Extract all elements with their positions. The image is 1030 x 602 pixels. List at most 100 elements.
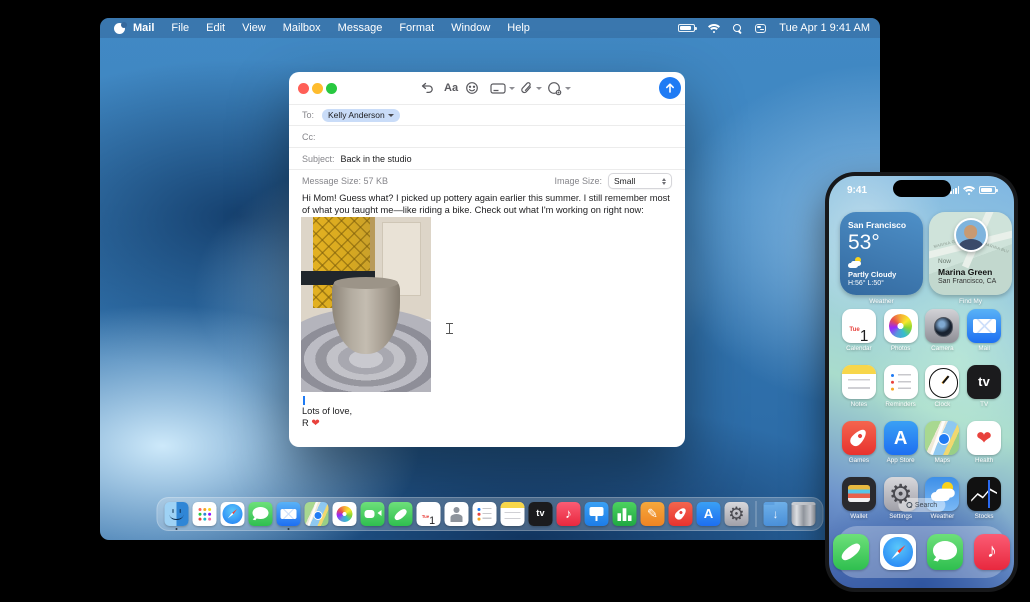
findmy-widget[interactable]: MARINA GREEN DR MARINA BLV Now Marina Gr… <box>929 212 1012 295</box>
dock-item-numbers[interactable] <box>612 502 637 526</box>
home-app-mail[interactable]: Mail <box>963 309 1005 352</box>
music-app-icon[interactable]: ♪ <box>556 502 581 526</box>
iphone-dock-music-icon[interactable]: ♪ <box>974 534 1010 570</box>
weather-widget[interactable]: San Francisco 53° Partly Cloudy H:56° L:… <box>840 212 923 295</box>
iphone-dock-safari-icon[interactable] <box>880 534 916 570</box>
camera-app-icon[interactable] <box>925 309 960 343</box>
minimize-button[interactable] <box>312 83 323 94</box>
iphone-dock-phone-icon[interactable] <box>833 534 869 570</box>
games-app-icon[interactable] <box>668 502 693 526</box>
safari-app-icon[interactable] <box>220 502 245 526</box>
emoji-icon[interactable] <box>465 79 479 97</box>
dock-item-music[interactable]: ♪ <box>556 502 581 526</box>
contacts-app-icon[interactable] <box>444 502 469 526</box>
mail-app-icon[interactable] <box>276 502 301 526</box>
menu-item-format[interactable]: Format <box>399 22 434 34</box>
dock-item-mail[interactable] <box>276 502 301 530</box>
phone-app-icon[interactable] <box>388 502 413 526</box>
menu-item-mail[interactable]: Mail <box>133 22 154 34</box>
home-app-calendar[interactable]: Tue 1 Calendar <box>838 309 880 352</box>
dock-item-keynote[interactable] <box>584 502 609 526</box>
dock-item-settings[interactable]: ⚙ <box>724 502 749 526</box>
home-app-wallet[interactable]: Wallet <box>838 477 880 520</box>
photos-app-icon[interactable] <box>332 502 357 526</box>
menu-item-view[interactable]: View <box>242 22 266 34</box>
appstore-app-icon[interactable]: A <box>883 421 918 455</box>
home-app-maps[interactable]: Maps <box>922 421 964 464</box>
home-app-reminders[interactable]: Reminders <box>880 365 922 408</box>
dock-item-photos[interactable] <box>332 502 357 526</box>
apple-menu-icon[interactable] <box>114 21 127 34</box>
media-browser-button[interactable] <box>547 79 571 97</box>
calendar-app-icon[interactable]: Tue 1 <box>416 502 441 526</box>
facetime-app-icon[interactable] <box>360 502 385 526</box>
home-app-photos[interactable]: Photos <box>880 309 922 352</box>
launchpad-app-icon[interactable] <box>192 502 217 526</box>
keynote-app-icon[interactable] <box>584 502 609 526</box>
notes-app-icon[interactable] <box>841 365 876 399</box>
recipient-pill[interactable]: Kelly Anderson <box>322 108 400 122</box>
dock-item-games[interactable] <box>668 502 693 526</box>
maps-app-icon[interactable] <box>304 502 329 526</box>
clock-app-icon[interactable] <box>925 365 960 399</box>
photos-app-icon[interactable] <box>883 309 918 343</box>
dock-item-downloads[interactable]: ↓ <box>763 502 788 526</box>
notes-app-icon[interactable] <box>500 502 525 526</box>
subject-field-row[interactable]: Subject: Back in the studio <box>289 147 685 169</box>
maps-app-icon[interactable] <box>925 421 960 455</box>
finder-app-icon[interactable] <box>164 502 189 526</box>
downloads-app-icon[interactable]: ↓ <box>763 502 788 526</box>
menu-item-help[interactable]: Help <box>507 22 530 34</box>
tv-app-icon[interactable]: tv <box>528 502 553 526</box>
stocks-app-icon[interactable] <box>967 477 1002 511</box>
control-center-icon[interactable] <box>755 23 767 33</box>
to-field-row[interactable]: To: Kelly Anderson <box>289 104 685 125</box>
home-app-notes[interactable]: Notes <box>838 365 880 408</box>
health-app-icon[interactable]: ❤ <box>967 421 1002 455</box>
closing-text[interactable]: Lots of love, R ❤ <box>302 406 352 430</box>
menu-clock[interactable]: Tue Apr 1 9:41 AM <box>779 22 870 34</box>
dock-item-notes[interactable] <box>500 502 525 526</box>
home-app-health[interactable]: ❤ Health <box>963 421 1005 464</box>
dock-item-pages[interactable]: ✎ <box>640 502 665 526</box>
pottery-photo-attachment[interactable] <box>301 217 431 392</box>
close-button[interactable] <box>298 83 309 94</box>
pages-app-icon[interactable]: ✎ <box>640 502 665 526</box>
calendar-app-icon[interactable]: Tue 1 <box>841 309 876 343</box>
dock-item-maps[interactable] <box>304 502 329 526</box>
image-size-select[interactable]: Small <box>608 173 672 189</box>
dock-item-tv[interactable]: tv <box>528 502 553 526</box>
settings-app-icon[interactable]: ⚙ <box>724 502 749 526</box>
menu-item-window[interactable]: Window <box>451 22 490 34</box>
undo-icon[interactable] <box>420 79 435 97</box>
dock-item-messages[interactable] <box>248 502 273 526</box>
dock-item-calendar[interactable]: Tue 1 <box>416 502 441 526</box>
dock-item-appstore[interactable]: A <box>696 502 721 526</box>
zoom-button[interactable] <box>326 83 337 94</box>
home-app-camera[interactable]: Camera <box>922 309 964 352</box>
appstore-app-icon[interactable]: A <box>696 502 721 526</box>
home-app-games[interactable]: Games <box>838 421 880 464</box>
dock-item-safari[interactable] <box>220 502 245 526</box>
dock-item-launchpad[interactable] <box>192 502 217 526</box>
dock-item-finder[interactable] <box>164 502 189 530</box>
menu-item-mailbox[interactable]: Mailbox <box>283 22 321 34</box>
messages-app-icon[interactable] <box>248 502 273 526</box>
home-app-appstore[interactable]: A App Store <box>880 421 922 464</box>
reminders-app-icon[interactable] <box>883 365 918 399</box>
mail-app-icon[interactable] <box>967 309 1002 343</box>
attachment-button[interactable] <box>520 79 542 97</box>
tv-app-icon[interactable]: tv <box>967 365 1002 399</box>
dock-item-contacts[interactable] <box>444 502 469 526</box>
dock-item-trash[interactable] <box>791 502 816 526</box>
battery-icon[interactable] <box>678 24 698 32</box>
reminders-app-icon[interactable] <box>472 502 497 526</box>
dock-item-facetime[interactable] <box>360 502 385 526</box>
message-body-text[interactable]: Hi Mom! Guess what? I picked up pottery … <box>302 193 674 216</box>
home-app-tv[interactable]: tv TV <box>963 365 1005 408</box>
iphone-dock-messages-icon[interactable] <box>927 534 963 570</box>
trash-app-icon[interactable] <box>791 502 816 526</box>
send-button[interactable] <box>659 77 681 99</box>
cc-field-row[interactable]: Cc: <box>289 125 685 147</box>
wifi-icon[interactable] <box>708 24 720 33</box>
